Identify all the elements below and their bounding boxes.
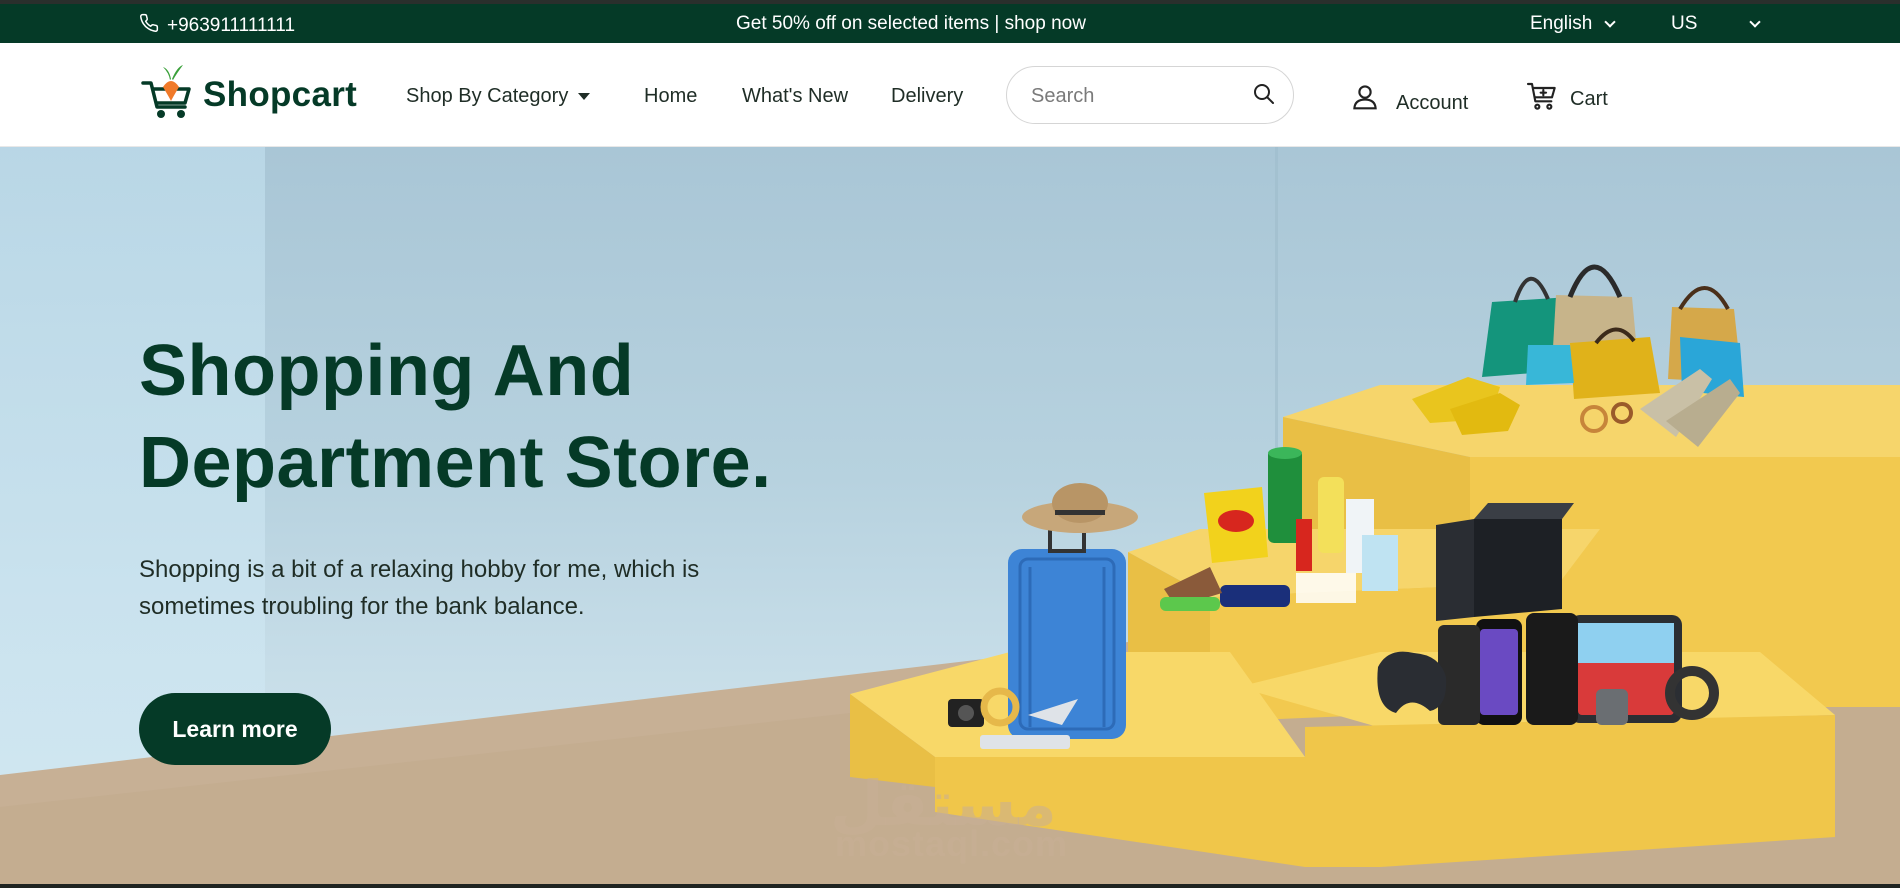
nav-whats-new[interactable]: What's New bbox=[742, 85, 848, 108]
hero-title: Shopping And Department Store. bbox=[139, 325, 772, 509]
shop-by-category-menu[interactable]: Shop By Category bbox=[406, 85, 591, 108]
bottom-edge bbox=[0, 884, 1900, 888]
category-menu-label: Shop By Category bbox=[406, 85, 569, 107]
cart-label: Cart bbox=[1570, 87, 1608, 110]
user-icon bbox=[1350, 82, 1380, 118]
chevron-down-icon bbox=[1604, 15, 1616, 28]
hero-title-line-1: Shopping And bbox=[139, 331, 635, 411]
chevron-down-icon bbox=[1749, 15, 1762, 28]
nav-home[interactable]: Home bbox=[644, 85, 697, 108]
nav-delivery[interactable]: Delivery bbox=[891, 85, 963, 108]
phone-number: +963911111111 bbox=[167, 15, 296, 36]
language-selector[interactable]: English bbox=[1530, 13, 1616, 35]
cart-logo-icon bbox=[139, 63, 195, 126]
caret-down-icon bbox=[578, 93, 591, 100]
phone-contact[interactable]: +963911111111 bbox=[139, 13, 295, 39]
region-value: US bbox=[1671, 13, 1698, 34]
region-selector[interactable]: US bbox=[1671, 13, 1762, 35]
brand-logo[interactable]: Shopcart bbox=[139, 63, 357, 126]
search-input[interactable] bbox=[1031, 81, 1241, 111]
page: +963911111111 Get 50% off on selected it… bbox=[0, 0, 1900, 888]
phone-icon bbox=[139, 13, 159, 39]
announcement-bar: +963911111111 Get 50% off on selected it… bbox=[0, 0, 1900, 43]
learn-more-button[interactable]: Learn more bbox=[139, 693, 331, 765]
hero-banner: Shopping And Department Store. Shopping … bbox=[0, 147, 1900, 884]
hero-title-line-2: Department Store. bbox=[139, 423, 772, 503]
brand-name: Shopcart bbox=[203, 74, 358, 114]
account-label: Account bbox=[1396, 91, 1469, 114]
hero-description: Shopping is a bit of a relaxing hobby fo… bbox=[139, 556, 700, 620]
site-header: Shopcart Shop By Category Home What's Ne… bbox=[0, 43, 1900, 147]
account-link[interactable]: Account bbox=[1350, 82, 1468, 118]
promo-text[interactable]: Get 50% off on selected items | shop now bbox=[736, 13, 1086, 35]
language-value: English bbox=[1530, 13, 1593, 34]
cart-icon bbox=[1526, 80, 1558, 118]
sun-hat-image bbox=[1022, 483, 1138, 533]
cart-link[interactable]: Cart bbox=[1526, 80, 1608, 118]
search-icon[interactable] bbox=[1252, 82, 1278, 108]
search-box bbox=[1006, 66, 1294, 124]
watermark-latin: mostaql.com bbox=[835, 823, 1069, 864]
